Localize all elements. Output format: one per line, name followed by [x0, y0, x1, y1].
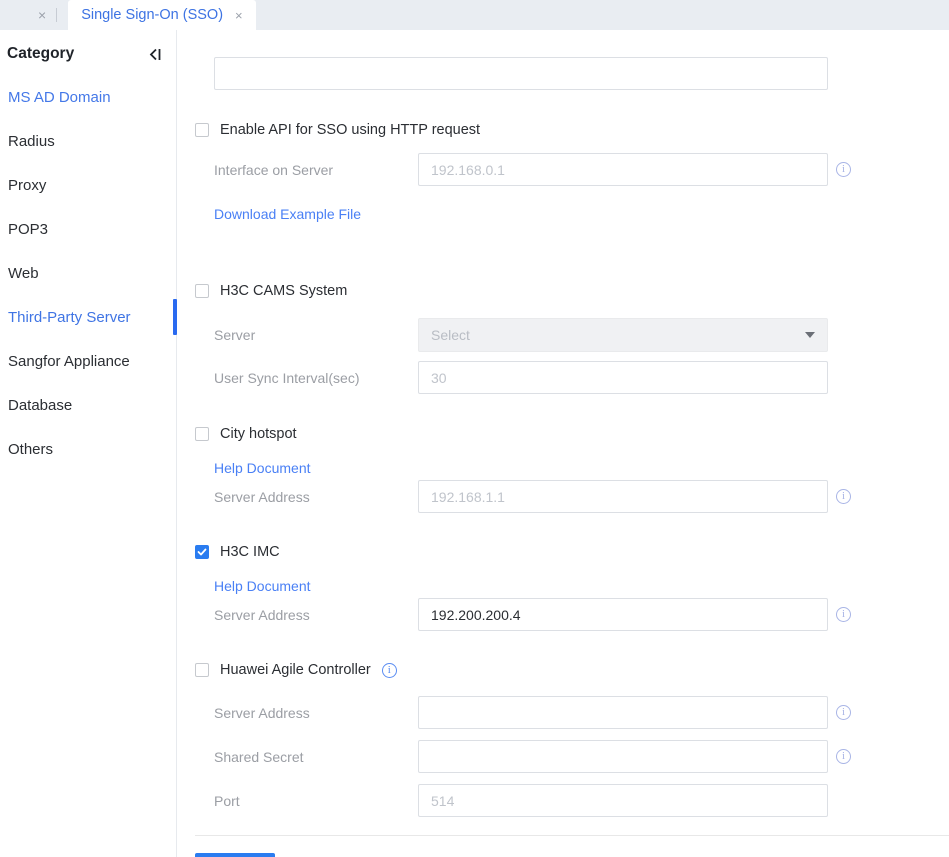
enable-api-checkbox-row: Enable API for SSO using HTTP request	[195, 120, 949, 140]
huawei-address-label: Server Address	[214, 704, 310, 721]
huawei-port-label: Port	[214, 792, 240, 809]
huawei-port-input[interactable]	[418, 784, 828, 817]
city-help-document-link[interactable]: Help Document	[214, 460, 311, 476]
sidebar-item-ms-ad-domain[interactable]: MS AD Domain	[0, 75, 176, 119]
imc-checkbox-row: H3C IMC	[195, 542, 949, 562]
info-icon[interactable]: i	[836, 749, 851, 764]
city-address-row: Server Address i	[214, 480, 949, 513]
huawei-address-input[interactable]	[418, 696, 828, 729]
info-icon[interactable]: i	[836, 162, 851, 177]
chevron-down-icon	[805, 331, 815, 338]
cams-interval-label: User Sync Interval(sec)	[214, 369, 360, 386]
sidebar-item-label: Web	[8, 264, 39, 282]
cams-server-row: Server Select	[214, 317, 949, 352]
info-icon[interactable]: i	[381, 662, 397, 678]
imc-address-input[interactable]	[418, 598, 828, 631]
collapse-sidebar-icon[interactable]	[148, 47, 163, 62]
sso-settings-form: Enable API for SSO using HTTP request In…	[177, 30, 949, 857]
sidebar-item-label: Database	[8, 396, 73, 414]
cams-interval-row: User Sync Interval(sec)	[214, 361, 949, 394]
sidebar-item-label: Proxy	[8, 176, 47, 194]
huawei-port-row: Port	[214, 784, 949, 817]
huawei-checkbox-row: Huawei Agile Controller i	[195, 660, 949, 680]
info-icon[interactable]: i	[836, 705, 851, 720]
enable-api-checkbox[interactable]	[195, 123, 209, 137]
interface-on-server-row: Interface on Server i	[214, 153, 949, 186]
sidebar-item-label: Third-Party Server	[8, 308, 131, 326]
imc-address-row: Server Address i	[214, 598, 949, 631]
save-button[interactable]: Save	[195, 853, 275, 857]
huawei-secret-input[interactable]	[418, 740, 828, 773]
huawei-checkbox[interactable]	[195, 663, 209, 677]
sidebar-item-third-party-server[interactable]: Third-Party Server	[0, 295, 177, 339]
sidebar-item-sangfor-appliance[interactable]: Sangfor Appliance	[0, 339, 176, 383]
sidebar-item-pop3[interactable]: POP3	[0, 207, 176, 251]
form-divider	[195, 835, 949, 836]
interface-on-server-input[interactable]	[418, 153, 828, 186]
category-sidebar: Category MS AD Domain Radius Proxy POP3	[0, 30, 177, 857]
city-address-input[interactable]	[418, 480, 828, 513]
tab-bar: × Single Sign-On (SSO) ×	[0, 0, 949, 30]
tab-divider	[56, 8, 58, 22]
imc-checkbox[interactable]	[195, 545, 209, 559]
cams-server-label: Server	[214, 326, 256, 343]
select-placeholder: Select	[431, 326, 470, 343]
city-hotspot-checkbox-row: City hotspot	[195, 424, 949, 444]
sidebar-item-label: Sangfor Appliance	[8, 352, 130, 370]
imc-label: H3C IMC	[220, 544, 280, 560]
interface-on-server-label: Interface on Server	[214, 161, 334, 178]
tab-label: Single Sign-On (SSO)	[81, 7, 224, 23]
city-hotspot-checkbox[interactable]	[195, 427, 209, 441]
sidebar-items: MS AD Domain Radius Proxy POP3 Web Third…	[0, 75, 177, 471]
cams-checkbox-row: H3C CAMS System	[195, 281, 949, 301]
info-icon[interactable]: i	[836, 489, 851, 504]
sidebar-item-database[interactable]: Database	[0, 383, 176, 427]
sidebar-item-radius[interactable]: Radius	[0, 119, 176, 163]
download-example-file-link[interactable]: Download Example File	[214, 206, 361, 222]
huawei-secret-row: Shared Secret i	[214, 740, 949, 773]
top-text-field[interactable]	[214, 57, 828, 90]
sidebar-item-label: MS AD Domain	[8, 88, 111, 106]
cams-server-select[interactable]: Select	[418, 317, 828, 352]
imc-address-label: Server Address	[214, 606, 310, 623]
tab-single-sign-on[interactable]: Single Sign-On (SSO) ×	[68, 0, 256, 30]
cams-checkbox[interactable]	[195, 284, 209, 298]
info-icon[interactable]: i	[836, 607, 851, 622]
sidebar-item-label: Others	[8, 440, 54, 458]
sidebar-item-proxy[interactable]: Proxy	[0, 163, 176, 207]
sidebar-item-web[interactable]: Web	[0, 251, 176, 295]
close-icon[interactable]: ×	[38, 8, 46, 22]
huawei-address-row: Server Address i	[214, 696, 949, 729]
cams-interval-input[interactable]	[418, 361, 828, 394]
enable-api-label: Enable API for SSO using HTTP request	[220, 122, 481, 138]
huawei-secret-label: Shared Secret	[214, 748, 304, 765]
imc-help-document-link[interactable]: Help Document	[214, 578, 311, 594]
cams-label: H3C CAMS System	[220, 283, 348, 299]
sidebar-title: Category	[7, 45, 75, 62]
close-icon[interactable]: ×	[235, 9, 243, 22]
city-hotspot-label: City hotspot	[220, 426, 297, 442]
sidebar-item-others[interactable]: Others	[0, 427, 176, 471]
city-address-label: Server Address	[214, 488, 310, 505]
huawei-label: Huawei Agile Controller	[220, 662, 371, 678]
sidebar-item-label: POP3	[8, 220, 49, 238]
sidebar-item-label: Radius	[8, 132, 55, 150]
